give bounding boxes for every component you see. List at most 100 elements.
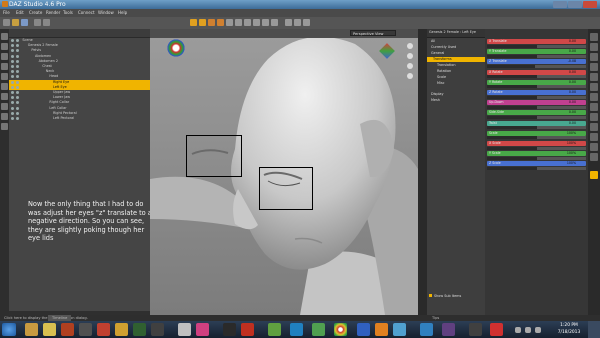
cameras-tab-icon[interactable] bbox=[1, 103, 8, 110]
slider-track[interactable] bbox=[487, 136, 586, 140]
folder-taskbar-icon[interactable] bbox=[43, 323, 56, 336]
parameter-group-item[interactable]: Transforms bbox=[427, 57, 485, 62]
visibility-eye-icon[interactable] bbox=[11, 106, 14, 110]
app14-taskbar-icon[interactable] bbox=[393, 323, 406, 336]
volume-icon[interactable] bbox=[535, 327, 541, 333]
camera-orbit-icon[interactable] bbox=[166, 38, 186, 58]
app10-taskbar-icon[interactable] bbox=[268, 323, 281, 336]
selectable-icon[interactable] bbox=[16, 101, 19, 105]
selectable-icon[interactable] bbox=[16, 111, 19, 115]
slider-value[interactable]: 0.00 bbox=[569, 100, 576, 105]
menu-help[interactable]: Help bbox=[118, 10, 127, 15]
parameter-slider-header[interactable]: Up-Down 0.00 bbox=[487, 100, 586, 106]
smart-content-tab-icon[interactable] bbox=[1, 53, 8, 60]
parameter-slider-header[interactable]: Z Rotate 0.00 bbox=[487, 90, 586, 95]
shaping-pane-tab-icon[interactable] bbox=[590, 43, 598, 51]
selectable-icon[interactable] bbox=[16, 106, 19, 110]
save-icon[interactable] bbox=[21, 19, 28, 26]
app4-taskbar-icon[interactable] bbox=[133, 323, 146, 336]
parameter-slider-header[interactable]: Z Scale 100% bbox=[487, 161, 586, 167]
viewport[interactable]: Perspective View bbox=[150, 29, 418, 315]
minimize-button[interactable] bbox=[553, 1, 567, 8]
tray-icon[interactable] bbox=[515, 327, 521, 333]
geometry-editor-icon[interactable] bbox=[271, 19, 278, 26]
parameter-group-item[interactable]: All bbox=[431, 39, 435, 43]
app15-taskbar-icon[interactable] bbox=[420, 323, 433, 336]
settings-tab-icon[interactable] bbox=[590, 153, 598, 161]
shaping-tab-icon[interactable] bbox=[1, 63, 8, 70]
selectable-icon[interactable] bbox=[16, 59, 19, 63]
selectable-icon[interactable] bbox=[16, 39, 19, 42]
app11-taskbar-icon[interactable] bbox=[290, 323, 303, 336]
slider-value[interactable]: 0.00 bbox=[569, 90, 576, 95]
selectable-icon[interactable] bbox=[16, 91, 19, 94]
visibility-eye-icon[interactable] bbox=[11, 49, 14, 53]
visibility-eye-icon[interactable] bbox=[11, 70, 14, 74]
timeline-tab-icon[interactable] bbox=[1, 123, 8, 130]
explorer-taskbar-icon[interactable] bbox=[25, 323, 38, 336]
parameter-slider-header[interactable]: Scale 100% bbox=[487, 130, 586, 136]
parameter-group-item[interactable]: General bbox=[431, 51, 444, 55]
slider-track[interactable] bbox=[487, 85, 586, 89]
images-tab-icon[interactable] bbox=[590, 93, 598, 101]
scene-tab-icon[interactable] bbox=[1, 33, 8, 40]
selectable-icon[interactable] bbox=[16, 80, 19, 84]
slider-track[interactable] bbox=[487, 156, 586, 160]
slider-track[interactable] bbox=[487, 64, 586, 68]
scale-tool-icon[interactable] bbox=[226, 19, 233, 26]
scene-node-row[interactable]: Left Pectoral bbox=[9, 116, 150, 121]
selectable-icon[interactable] bbox=[16, 54, 19, 58]
chrome-taskbar-icon[interactable] bbox=[334, 323, 347, 336]
visibility-eye-icon[interactable] bbox=[11, 91, 14, 94]
render-settings-icon[interactable] bbox=[285, 19, 292, 26]
visibility-eye-icon[interactable] bbox=[11, 80, 14, 84]
parameters-tab-icon[interactable] bbox=[590, 33, 598, 41]
menu-file[interactable]: File bbox=[3, 10, 10, 15]
parameter-slider-header[interactable]: Twist 0.00 bbox=[487, 120, 586, 126]
visibility-eye-icon[interactable] bbox=[11, 75, 14, 79]
menu-window[interactable]: Window bbox=[98, 10, 114, 15]
parameter-slider-header[interactable]: X Scale 100% bbox=[487, 141, 586, 146]
parameter-slider-header[interactable]: Y Rotate 0.00 bbox=[487, 79, 586, 85]
app1-taskbar-icon[interactable] bbox=[79, 323, 92, 336]
slider-value[interactable]: 100% bbox=[567, 141, 576, 146]
show-desktop-button[interactable] bbox=[588, 321, 600, 338]
parameter-slider-header[interactable]: Y Translate 0.00 bbox=[487, 49, 586, 55]
parameter-group-item[interactable]: Scale bbox=[437, 75, 446, 79]
active-pane-tab-icon[interactable] bbox=[590, 171, 598, 179]
rotate-tool-icon[interactable] bbox=[208, 19, 215, 26]
selectable-icon[interactable] bbox=[16, 70, 19, 74]
visibility-eye-icon[interactable] bbox=[11, 59, 14, 63]
app12-taskbar-icon[interactable] bbox=[312, 323, 325, 336]
app8-taskbar-icon[interactable] bbox=[223, 323, 236, 336]
firefox-taskbar-icon[interactable] bbox=[375, 323, 388, 336]
undo-icon[interactable] bbox=[34, 19, 41, 26]
slider-track[interactable] bbox=[487, 95, 586, 99]
visibility-eye-icon[interactable] bbox=[11, 85, 14, 89]
slider-value[interactable]: 100% bbox=[567, 161, 576, 166]
parameter-slider-header[interactable]: Side-Side 0.00 bbox=[487, 110, 586, 116]
daz-taskbar-icon[interactable] bbox=[61, 323, 74, 336]
animate-tab-icon[interactable] bbox=[590, 133, 598, 141]
spot-render-icon[interactable] bbox=[262, 19, 269, 26]
surfaces-pane-tab-icon[interactable] bbox=[590, 53, 598, 61]
visibility-eye-icon[interactable] bbox=[11, 39, 14, 42]
menu-edit[interactable]: Edit bbox=[16, 10, 24, 15]
visibility-eye-icon[interactable] bbox=[11, 111, 14, 115]
render-tab-icon[interactable] bbox=[1, 113, 8, 120]
new-icon[interactable] bbox=[3, 19, 10, 26]
app17-taskbar-icon[interactable] bbox=[469, 323, 482, 336]
history-tab-icon[interactable] bbox=[590, 103, 598, 111]
parameter-group-item[interactable]: Misc bbox=[437, 81, 445, 85]
menu-tools[interactable]: Tools bbox=[63, 10, 73, 15]
slider-value[interactable]: 0.00 bbox=[569, 110, 576, 115]
parameter-slider-header[interactable]: Y Scale 100% bbox=[487, 151, 586, 157]
slider-value[interactable]: 0.00 bbox=[569, 39, 576, 44]
selectable-icon[interactable] bbox=[16, 49, 19, 53]
joint-editor-icon[interactable] bbox=[235, 19, 242, 26]
pan-icon[interactable] bbox=[407, 53, 413, 59]
slider-track[interactable] bbox=[487, 75, 586, 79]
menu-create[interactable]: Create bbox=[29, 10, 42, 15]
network-icon[interactable] bbox=[525, 327, 531, 333]
dolly-icon[interactable] bbox=[407, 63, 413, 69]
